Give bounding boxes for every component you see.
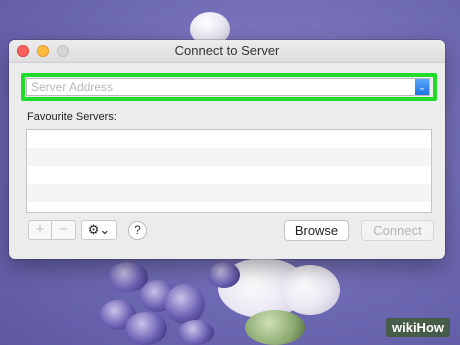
recent-servers-dropdown-button[interactable]: ⌄ bbox=[415, 79, 429, 95]
favourite-servers-list[interactable] bbox=[26, 129, 432, 213]
list-item[interactable] bbox=[27, 184, 431, 202]
gear-icon: ⚙︎⌄ bbox=[87, 222, 111, 237]
remove-server-button[interactable]: − bbox=[51, 220, 76, 240]
connect-to-server-window: Connect to Server ⌄ Favourite Servers: +… bbox=[9, 40, 445, 259]
server-address-combobox[interactable]: ⌄ bbox=[26, 78, 430, 96]
minus-icon: − bbox=[59, 221, 68, 238]
list-item[interactable] bbox=[27, 130, 431, 148]
list-item[interactable] bbox=[27, 148, 431, 166]
browse-button[interactable]: Browse bbox=[284, 220, 349, 241]
flower-decoration bbox=[178, 320, 214, 345]
action-menu-button[interactable]: ⚙︎⌄ bbox=[81, 220, 117, 240]
flower-decoration bbox=[280, 265, 340, 315]
flower-decoration bbox=[208, 262, 240, 288]
window-title: Connect to Server bbox=[174, 43, 280, 58]
flower-decoration bbox=[245, 310, 305, 345]
add-server-button[interactable]: + bbox=[28, 220, 52, 240]
help-button[interactable]: ? bbox=[128, 221, 147, 240]
server-address-input[interactable] bbox=[29, 79, 415, 95]
wikihow-watermark: wikiHow bbox=[385, 318, 450, 337]
title-bar[interactable]: Connect to Server bbox=[9, 40, 445, 63]
flower-decoration bbox=[125, 312, 167, 345]
flower-decoration bbox=[165, 284, 205, 324]
question-icon: ? bbox=[134, 223, 141, 237]
connect-button[interactable]: Connect bbox=[361, 220, 434, 241]
favourite-servers-label: Favourite Servers: bbox=[27, 111, 117, 123]
plus-icon: + bbox=[35, 221, 45, 238]
chevron-down-icon: ⌄ bbox=[418, 82, 426, 92]
list-item[interactable] bbox=[27, 166, 431, 184]
